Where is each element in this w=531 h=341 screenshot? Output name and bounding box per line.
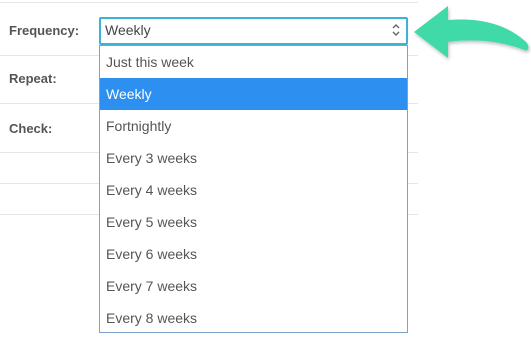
frequency-select-value: Weekly	[105, 22, 151, 38]
option-every-8-weeks[interactable]: Every 8 weeks	[100, 302, 407, 334]
option-every-3-weeks[interactable]: Every 3 weeks	[100, 142, 407, 174]
check-label: Check:	[9, 121, 53, 136]
option-every-4-weeks[interactable]: Every 4 weeks	[100, 174, 407, 206]
option-every-6-weeks[interactable]: Every 6 weeks	[100, 238, 407, 270]
option-weekly[interactable]: Weekly	[100, 78, 407, 110]
option-fortnightly[interactable]: Fortnightly	[100, 110, 407, 142]
option-every-7-weeks[interactable]: Every 7 weeks	[100, 270, 407, 302]
option-just-this-week[interactable]: Just this week	[100, 46, 407, 78]
frequency-select[interactable]: Weekly	[99, 17, 408, 45]
frequency-label: Frequency:	[9, 23, 80, 38]
curved-arrow-icon	[414, 6, 529, 58]
repeat-label: Repeat:	[9, 71, 57, 86]
divider	[0, 2, 418, 3]
updown-chevron-icon	[392, 24, 400, 36]
option-every-5-weeks[interactable]: Every 5 weeks	[100, 206, 407, 238]
frequency-dropdown-list: Just this week Weekly Fortnightly Every …	[99, 45, 408, 333]
